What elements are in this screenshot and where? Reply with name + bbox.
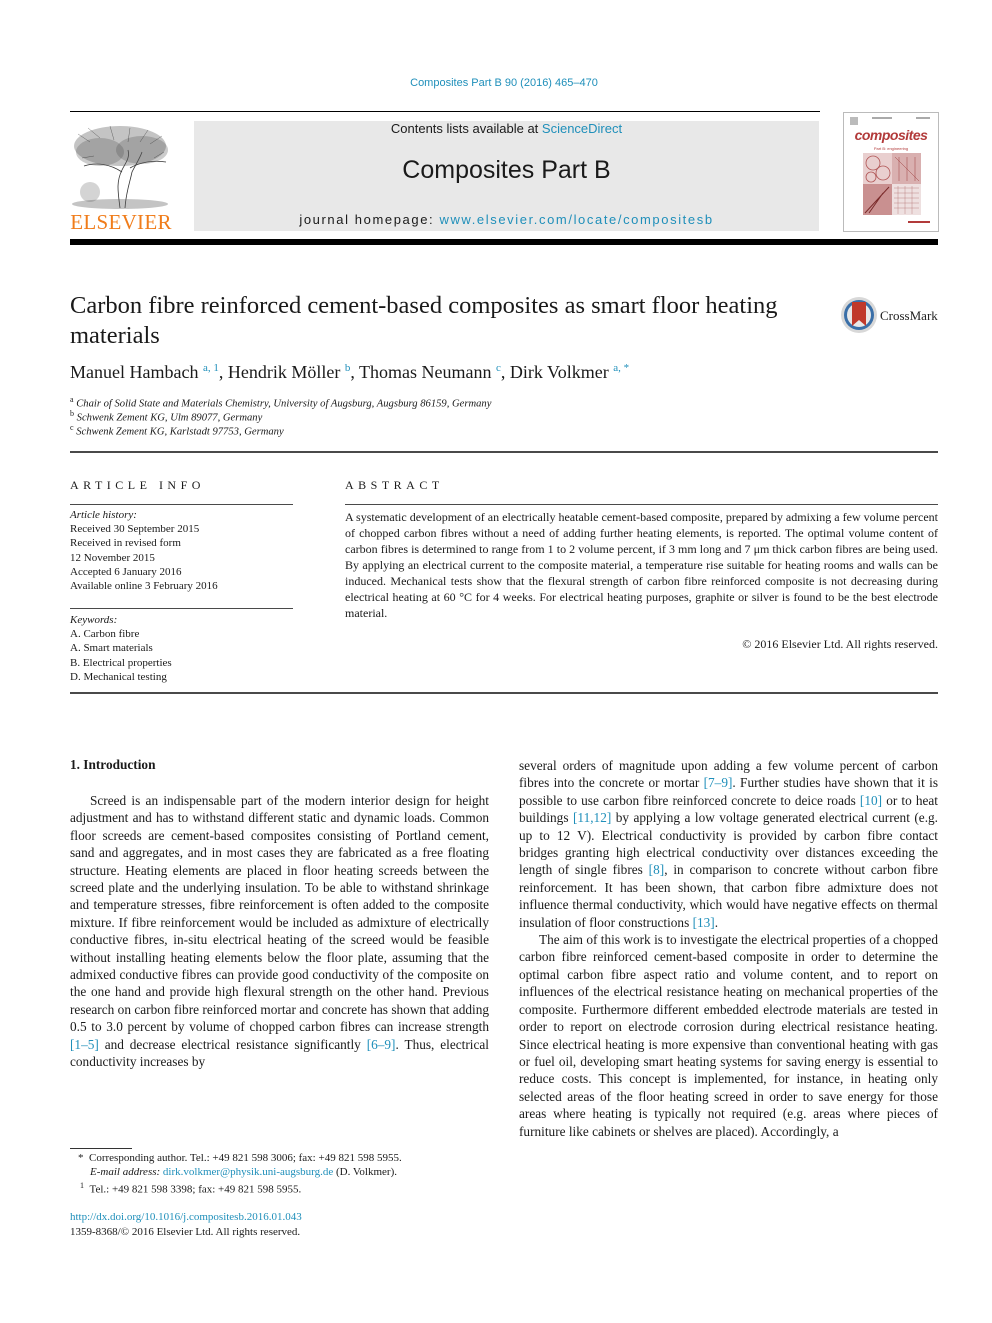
article-history-label: Article history: — [70, 509, 137, 521]
abstract-text: A systematic development of an electrica… — [345, 510, 938, 620]
citation-link[interactable]: [11,12] — [573, 810, 611, 825]
journal-homepage-link[interactable]: www.elsevier.com/locate/compositesb — [439, 212, 713, 227]
affiliation-key: a — [70, 395, 74, 404]
intro-paragraph-2: The aim of this work is to investigate t… — [519, 932, 938, 1139]
header-top-rule — [70, 111, 820, 112]
citation-link[interactable]: [10] — [860, 793, 882, 808]
affiliation-text: Schwenk Zement KG, Ulm 89077, Germany — [76, 412, 263, 424]
affiliation-c: c Schwenk Zement KG, Karlstadt 97753, Ge… — [70, 423, 284, 438]
author-affiliation-marker[interactable]: a, * — [613, 362, 629, 374]
footnote-1: 1 Tel.: +49 821 598 3398; fax: +49 821 5… — [80, 1181, 301, 1196]
cover-footer-mark — [908, 221, 930, 223]
history-available-online: Available online 3 February 2016 — [70, 580, 218, 593]
doi-link[interactable]: http://dx.doi.org/10.1016/j.compositesb.… — [70, 1211, 302, 1223]
body-right-column: several orders of magnitude upon adding … — [519, 757, 938, 1140]
footnote-text: Tel.: +49 821 598 3398; fax: +49 821 598… — [89, 1183, 302, 1196]
text-run: Screed is an indispensable part of the m… — [70, 793, 489, 1035]
history-revised-date: 12 November 2015 — [70, 551, 155, 564]
author-separator: , — [500, 362, 510, 382]
affiliation-text: Chair of Solid State and Materials Chemi… — [76, 398, 492, 410]
journal-reference-link[interactable]: Composites Part B 90 (2016) 465–470 — [0, 77, 992, 89]
footnote-rule — [70, 1148, 132, 1149]
affiliation-key: b — [70, 409, 74, 418]
keywords-block: Keywords: A. Carbon fibre A. Smart mater… — [70, 613, 172, 684]
cover-issn-line — [916, 117, 930, 119]
contents-prefix: Contents lists available at — [390, 121, 542, 136]
article-info-rule — [70, 504, 293, 505]
abstract-heading: ABSTRACT — [345, 478, 444, 492]
header-thick-rule — [70, 239, 938, 245]
keyword-item: A. Smart materials — [70, 642, 153, 655]
cover-title: composites — [854, 127, 928, 143]
author-name[interactable]: Hendrik Möller — [228, 362, 340, 382]
history-accepted: Accepted 6 January 2016 — [70, 565, 182, 578]
issn-copyright: 1359-8368/© 2016 Elsevier Ltd. All right… — [70, 1226, 301, 1238]
keyword-item: B. Electrical properties — [70, 656, 172, 669]
title-block-divider — [70, 451, 938, 453]
keywords-label: Keywords: — [70, 614, 118, 626]
email-suffix: (D. Volkmer). — [333, 1166, 398, 1178]
citation-link[interactable]: [13] — [693, 915, 715, 930]
keyword-item: A. Carbon fibre — [70, 628, 140, 641]
section-heading-introduction: 1. Introduction — [70, 757, 156, 772]
journal-homepage-line: journal homepage: www.elsevier.com/locat… — [194, 212, 819, 227]
citation-link[interactable]: [1–5] — [70, 1037, 99, 1052]
cover-volume-line — [872, 117, 892, 119]
homepage-prefix: journal homepage: — [299, 212, 440, 227]
author-email-link[interactable]: dirk.volkmer@physik.uni-augsburg.de — [163, 1166, 333, 1178]
abstract-copyright: © 2016 Elsevier Ltd. All rights reserved… — [742, 637, 938, 651]
article-info-heading: ARTICLE INFO — [70, 478, 205, 492]
text-run: . — [714, 914, 719, 930]
elsevier-wordmark: ELSEVIER — [70, 210, 172, 234]
author-separator: , — [218, 362, 228, 382]
crossmark-label: CrossMark — [880, 308, 938, 323]
citation-link[interactable]: [6–9] — [367, 1037, 396, 1052]
cover-subtitle: Part B: engineering — [873, 146, 909, 151]
affiliation-key: c — [70, 423, 74, 432]
crossmark-icon — [841, 297, 877, 333]
intro-paragraph-1-continued: several orders of magnitude upon adding … — [519, 757, 938, 931]
author-list: Manuel Hambach a, 1, Hendrik Möller b, T… — [70, 362, 629, 383]
footnote-marker: 1 — [80, 1181, 84, 1190]
body-left-column: Screed is an indispensable part of the m… — [70, 792, 489, 1071]
author-name[interactable]: Dirk Volkmer — [510, 362, 609, 382]
history-revised-label: Received in revised form — [70, 537, 181, 550]
abstract-rule — [345, 504, 938, 505]
citation-link[interactable]: [7–9] — [704, 775, 733, 790]
footnote-corresponding: * Corresponding author. Tel.: +49 821 59… — [78, 1152, 402, 1164]
article-history: Article history: Received 30 September 2… — [70, 508, 218, 593]
keyword-item: D. Mechanical testing — [70, 670, 167, 683]
citation-link[interactable]: [8] — [649, 862, 665, 877]
affiliation-a: a Chair of Solid State and Materials Che… — [70, 395, 491, 410]
journal-title: Composites Part B — [402, 156, 611, 184]
cover-publisher-mark-icon — [850, 117, 858, 125]
author-separator: , — [350, 362, 360, 382]
crossmark-button[interactable]: CrossMark — [840, 296, 940, 336]
email-label: E-mail address: — [90, 1166, 163, 1178]
cover-artwork-icon — [863, 153, 921, 215]
journal-cover-thumbnail[interactable]: composites Part B: engineering — [843, 112, 939, 232]
history-received: Received 30 September 2015 — [70, 523, 200, 536]
article-title: Carbon fibre reinforced cement-based com… — [70, 292, 778, 349]
footnote-marker: * — [78, 1152, 84, 1164]
footnote-text: Corresponding author. Tel.: +49 821 598 … — [89, 1152, 402, 1164]
author-name[interactable]: Manuel Hambach — [70, 362, 198, 382]
keywords-rule — [70, 608, 293, 609]
footnote-email: E-mail address: dirk.volkmer@physik.uni-… — [90, 1166, 397, 1178]
affiliation-b: b Schwenk Zement KG, Ulm 89077, Germany — [70, 409, 262, 424]
author-name[interactable]: Thomas Neumann — [359, 362, 491, 382]
intro-paragraph-1: Screed is an indispensable part of the m… — [70, 792, 489, 1071]
front-matter-divider — [70, 692, 938, 694]
sciencedirect-link[interactable]: ScienceDirect — [542, 121, 622, 136]
text-run: and decrease electrical resistance signi… — [98, 1036, 367, 1052]
contents-available-line: Contents lists available at ScienceDirec… — [194, 121, 819, 136]
author-affiliation-marker[interactable]: a, 1 — [203, 362, 219, 374]
affiliation-text: Schwenk Zement KG, Karlstadt 97753, Germ… — [76, 426, 284, 438]
